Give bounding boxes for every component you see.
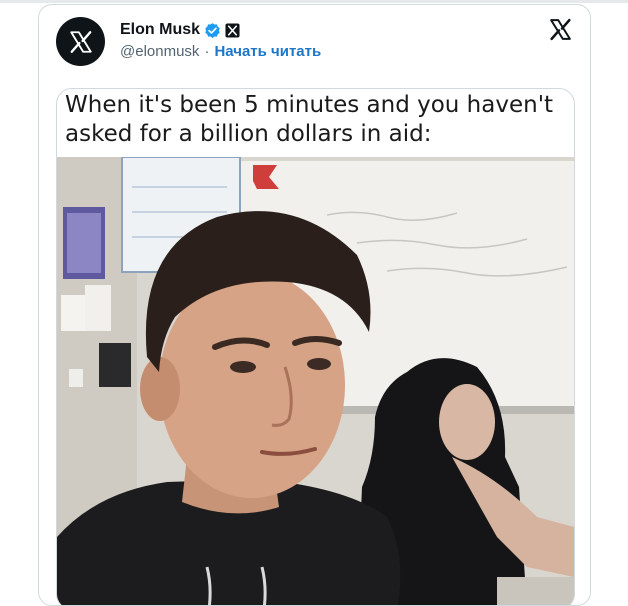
follow-button[interactable]: Начать читать	[214, 43, 321, 60]
embedded-tweet-card: Elon Musk @elonmusk · Начать читать When…	[38, 4, 591, 606]
affiliate-x-icon	[225, 22, 240, 38]
author-row: Elon Musk	[120, 21, 240, 39]
top-divider	[0, 0, 628, 3]
tweet-media[interactable]: When it's been 5 minutes and you haven't…	[56, 88, 575, 605]
meme-photo	[57, 157, 574, 605]
x-logo-icon[interactable]	[548, 17, 573, 42]
verified-badge-icon	[205, 22, 220, 38]
separator-dot: ·	[204, 43, 210, 60]
x-logo-icon	[69, 30, 92, 53]
meme-caption: When it's been 5 minutes and you haven't…	[65, 92, 554, 147]
author-name[interactable]: Elon Musk	[120, 21, 200, 39]
avatar[interactable]	[56, 17, 105, 66]
author-handle[interactable]: @elonmusk	[120, 43, 199, 60]
handle-row: @elonmusk · Начать читать	[120, 43, 321, 60]
